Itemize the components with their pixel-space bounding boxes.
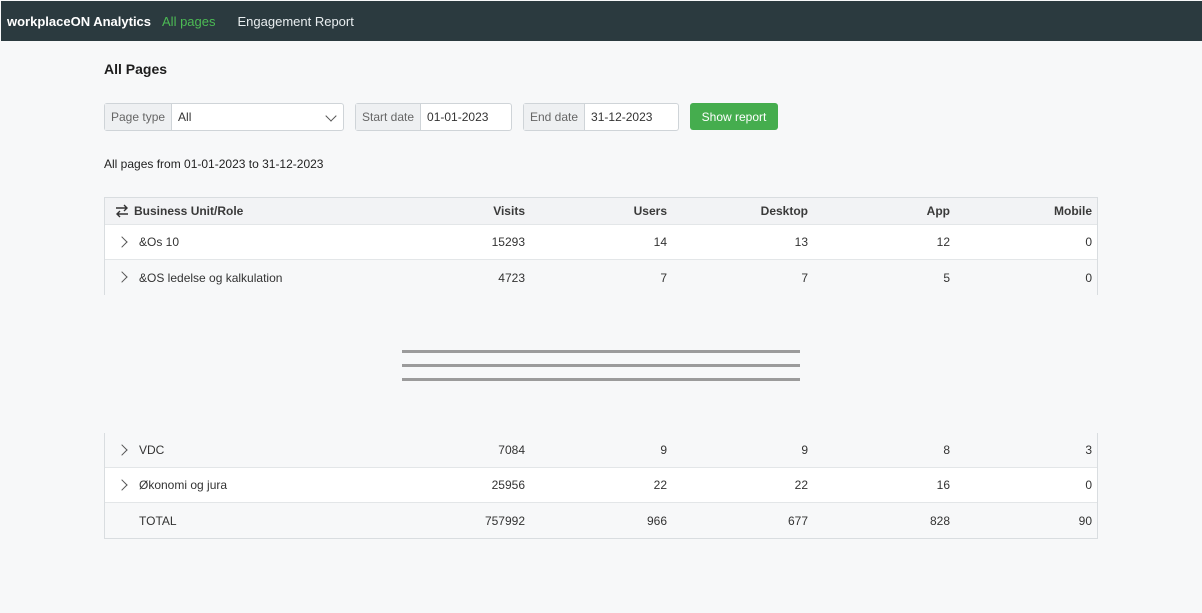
start-date-label: Start date	[356, 104, 422, 130]
row-desktop: 13	[794, 235, 808, 249]
total-desktop: 677	[787, 513, 808, 528]
row-name: VDC	[139, 443, 165, 457]
row-mobile: 0	[1085, 478, 1092, 492]
row-mobile: 0	[1085, 235, 1092, 249]
end-date-label: End date	[524, 104, 586, 130]
row-users: 7	[660, 270, 667, 285]
row-name: &Os 10	[139, 235, 180, 249]
table-row[interactable]: Økonomi og jura 25956 22 22 16 0	[105, 468, 1097, 503]
report-table-continued: VDC 7084 9 9 8 3 Økonomi og jura 25956 2…	[104, 433, 1098, 539]
total-visits: 757992	[484, 513, 525, 528]
total-label: TOTAL	[139, 513, 177, 528]
row-app: 12	[936, 235, 950, 249]
swap-arrows-icon[interactable]	[115, 204, 129, 218]
app-brand[interactable]: workplaceON Analytics	[7, 14, 151, 29]
row-name: Økonomi og jura	[139, 478, 228, 492]
col-users[interactable]: Users	[634, 198, 667, 224]
start-date-input[interactable]: 01-01-2023	[421, 104, 511, 130]
page-title: All Pages	[104, 61, 168, 77]
row-desktop: 22	[794, 478, 808, 492]
row-name: &OS ledelse og kalkulation	[139, 270, 283, 285]
row-visits: 4723	[498, 270, 525, 285]
table-row[interactable]: VDC 7084 9 9 8 3	[105, 433, 1097, 468]
truncation-line	[402, 378, 800, 381]
table-row[interactable]: &Os 10 15293 14 13 12 0	[105, 225, 1097, 260]
page-type-label: Page type	[105, 104, 173, 130]
chevron-right-icon[interactable]	[116, 479, 128, 491]
total-row: TOTAL 757992 966 677 828 90	[105, 503, 1097, 538]
row-users: 9	[660, 443, 667, 457]
total-mobile: 90	[1078, 513, 1092, 528]
page-type-select[interactable]: Page type All	[104, 103, 344, 131]
page-type-value[interactable]: All	[172, 104, 343, 130]
row-app: 16	[936, 478, 950, 492]
end-date-group: End date 31-12-2023	[523, 103, 679, 131]
row-users: 22	[653, 478, 667, 492]
table-header-row: Business Unit/Role Visits Users Desktop …	[105, 198, 1097, 225]
col-business-unit[interactable]: Business Unit/Role	[134, 198, 243, 224]
row-app: 8	[943, 443, 950, 457]
chevron-right-icon[interactable]	[116, 444, 128, 456]
col-app[interactable]: App	[927, 198, 950, 224]
total-app: 828	[929, 513, 950, 528]
row-mobile: 3	[1085, 443, 1092, 457]
table-row[interactable]: &OS ledelse og kalkulation 4723 7 7 5 0	[105, 260, 1097, 295]
chevron-down-icon[interactable]	[325, 110, 337, 122]
chevron-right-icon[interactable]	[116, 236, 128, 248]
col-desktop[interactable]: Desktop	[761, 198, 808, 224]
report-summary: All pages from 01-01-2023 to 31-12-2023	[104, 157, 324, 171]
row-app: 5	[943, 270, 950, 285]
report-table: Business Unit/Role Visits Users Desktop …	[104, 197, 1098, 295]
col-visits[interactable]: Visits	[493, 198, 525, 224]
end-date-input[interactable]: 31-12-2023	[585, 104, 678, 130]
truncation-line	[402, 350, 800, 353]
row-desktop: 7	[801, 270, 808, 285]
start-date-group: Start date 01-01-2023	[355, 103, 512, 131]
top-navbar: workplaceON Analytics All pages Engageme…	[1, 1, 1202, 41]
nav-engagement-report[interactable]: Engagement Report	[238, 14, 354, 29]
page-type-selected: All	[178, 110, 192, 124]
row-users: 14	[653, 235, 667, 249]
show-report-button[interactable]: Show report	[690, 103, 778, 130]
chevron-right-icon[interactable]	[116, 271, 128, 283]
row-visits: 15293	[491, 235, 525, 249]
truncation-line	[402, 364, 800, 367]
nav-all-pages[interactable]: All pages	[162, 14, 215, 29]
row-visits: 25956	[491, 478, 525, 492]
row-visits: 7084	[498, 443, 525, 457]
col-mobile[interactable]: Mobile	[1054, 198, 1092, 224]
total-users: 966	[646, 513, 667, 528]
row-mobile: 0	[1085, 270, 1092, 285]
row-desktop: 9	[801, 443, 808, 457]
